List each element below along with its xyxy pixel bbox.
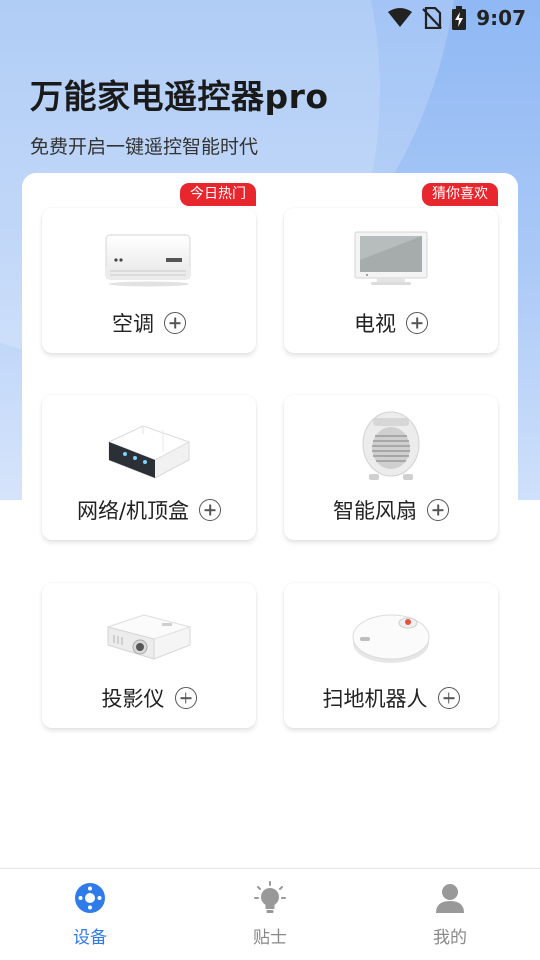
no-sim-icon	[422, 7, 443, 29]
device-label: 投影仪	[101, 687, 165, 711]
nav-label: 贴士	[253, 928, 287, 948]
device-label: 智能风扇	[333, 499, 417, 523]
bottom-nav: 设备 贴士 我的	[0, 868, 540, 960]
add-icon[interactable]	[164, 312, 186, 334]
device-card-set-top-box[interactable]: 网络/机顶盒	[42, 395, 256, 540]
add-icon[interactable]	[406, 312, 428, 334]
fan-heater-icon	[284, 411, 498, 483]
page-title: 万能家电遥控器pro	[30, 77, 329, 116]
set-top-box-icon	[42, 411, 256, 483]
nav-label: 设备	[73, 928, 107, 948]
nav-item-me[interactable]: 我的	[390, 881, 510, 948]
projector-icon	[42, 599, 256, 671]
air-conditioner-icon	[42, 224, 256, 296]
bulb-icon	[253, 881, 287, 915]
user-icon	[433, 881, 467, 915]
battery-charging-icon	[452, 6, 467, 30]
card-label-row: 扫地机器人	[284, 683, 498, 713]
tv-icon	[284, 224, 498, 296]
status-bar: 9:07	[0, 0, 540, 36]
add-icon[interactable]	[174, 687, 197, 709]
add-icon[interactable]	[437, 687, 460, 709]
card-label-row: 网络/机顶盒	[42, 495, 256, 525]
device-label: 空调	[112, 312, 154, 336]
status-time: 9:07	[476, 6, 526, 30]
device-card-air-conditioner[interactable]: 今日热门 空调	[42, 183, 256, 353]
device-label: 网络/机顶盒	[76, 499, 190, 523]
wifi-icon	[388, 8, 413, 28]
add-icon[interactable]	[199, 499, 222, 521]
device-label: 电视	[354, 312, 396, 336]
device-card-robot-vacuum[interactable]: 扫地机器人	[284, 583, 498, 728]
robot-vacuum-icon	[284, 599, 498, 671]
device-panel: 今日热门 空调 猜你喜欢 电视 网络/机顶盒 智能风扇 投影仪 扫地机器人	[22, 173, 518, 763]
nav-item-tips[interactable]: 贴士	[210, 881, 330, 948]
card-label-row: 智能风扇	[284, 495, 498, 525]
nav-item-devices[interactable]: 设备	[30, 881, 150, 948]
device-card-tv[interactable]: 猜你喜欢 电视	[284, 183, 498, 353]
device-icon	[73, 881, 107, 915]
card-label-row: 投影仪	[42, 683, 256, 713]
header: 万能家电遥控器pro 免费开启一键遥控智能时代	[30, 70, 329, 159]
page-subtitle: 免费开启一键遥控智能时代	[30, 136, 259, 158]
nav-label: 我的	[433, 928, 467, 948]
device-card-smart-fan[interactable]: 智能风扇	[284, 395, 498, 540]
card-label-row: 空调	[42, 308, 256, 338]
card-label-row: 电视	[284, 308, 498, 338]
add-icon[interactable]	[427, 499, 449, 521]
device-card-projector[interactable]: 投影仪	[42, 583, 256, 728]
device-label: 扫地机器人	[322, 687, 428, 711]
hot-today-badge: 今日热门	[180, 183, 256, 206]
guess-you-like-badge: 猜你喜欢	[422, 183, 498, 206]
